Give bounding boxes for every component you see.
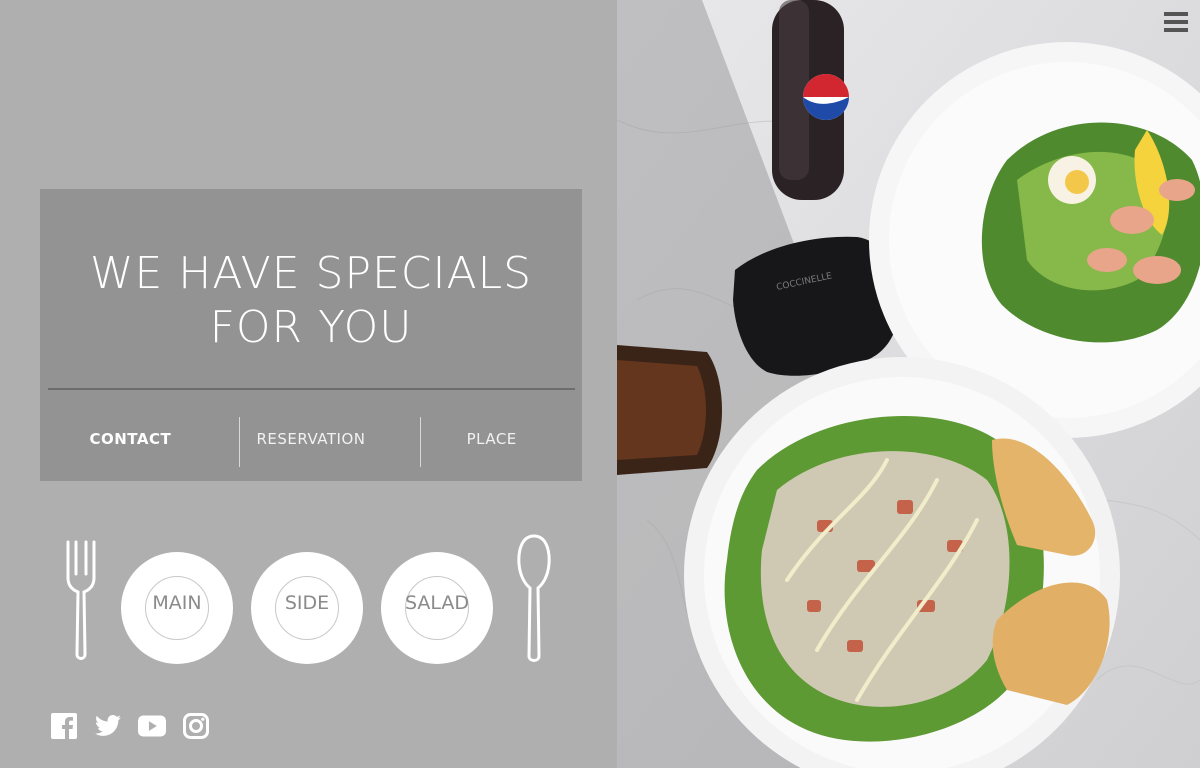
hamburger-menu-icon[interactable] [1164, 12, 1188, 32]
nav-reservation[interactable]: RESERVATION [221, 411, 402, 467]
hero-title-line2: FOR YOU [209, 302, 413, 353]
hero-title-line1: WE HAVE SPECIALS [89, 248, 533, 299]
nav-place[interactable]: PLACE [401, 411, 582, 467]
category-side-label: SIDE [284, 592, 330, 614]
youtube-icon[interactable] [138, 712, 166, 740]
hero-nav: CONTACT RESERVATION PLACE [40, 411, 582, 467]
category-side[interactable]: SIDE [251, 552, 363, 664]
social-links [50, 712, 210, 740]
food-photo: COCCINELLE [617, 0, 1200, 768]
twitter-icon[interactable] [94, 712, 122, 740]
instagram-icon[interactable] [182, 712, 210, 740]
fork-icon [66, 540, 96, 660]
category-salad[interactable]: SALAD [381, 552, 493, 664]
category-main-label: MAIN [152, 592, 202, 614]
food-photo-illustration: COCCINELLE [617, 0, 1200, 768]
soda-bottle [772, 0, 849, 200]
menu-categories: MAIN SIDE SALAD [0, 530, 617, 670]
hero-title: WE HAVE SPECIALS FOR YOU [40, 247, 582, 355]
category-main[interactable]: MAIN [121, 552, 233, 664]
spoon-icon [517, 534, 551, 662]
left-panel: WE HAVE SPECIALS FOR YOU CONTACT RESERVA… [0, 0, 617, 768]
hero-divider [48, 388, 575, 390]
drink-glass [617, 345, 722, 475]
category-salad-label: SALAD [404, 592, 470, 614]
nav-separator [420, 417, 421, 467]
facebook-icon[interactable] [50, 712, 78, 740]
specials-hero: WE HAVE SPECIALS FOR YOU CONTACT RESERVA… [40, 189, 582, 481]
nav-contact[interactable]: CONTACT [40, 411, 221, 467]
nav-separator [239, 417, 240, 467]
